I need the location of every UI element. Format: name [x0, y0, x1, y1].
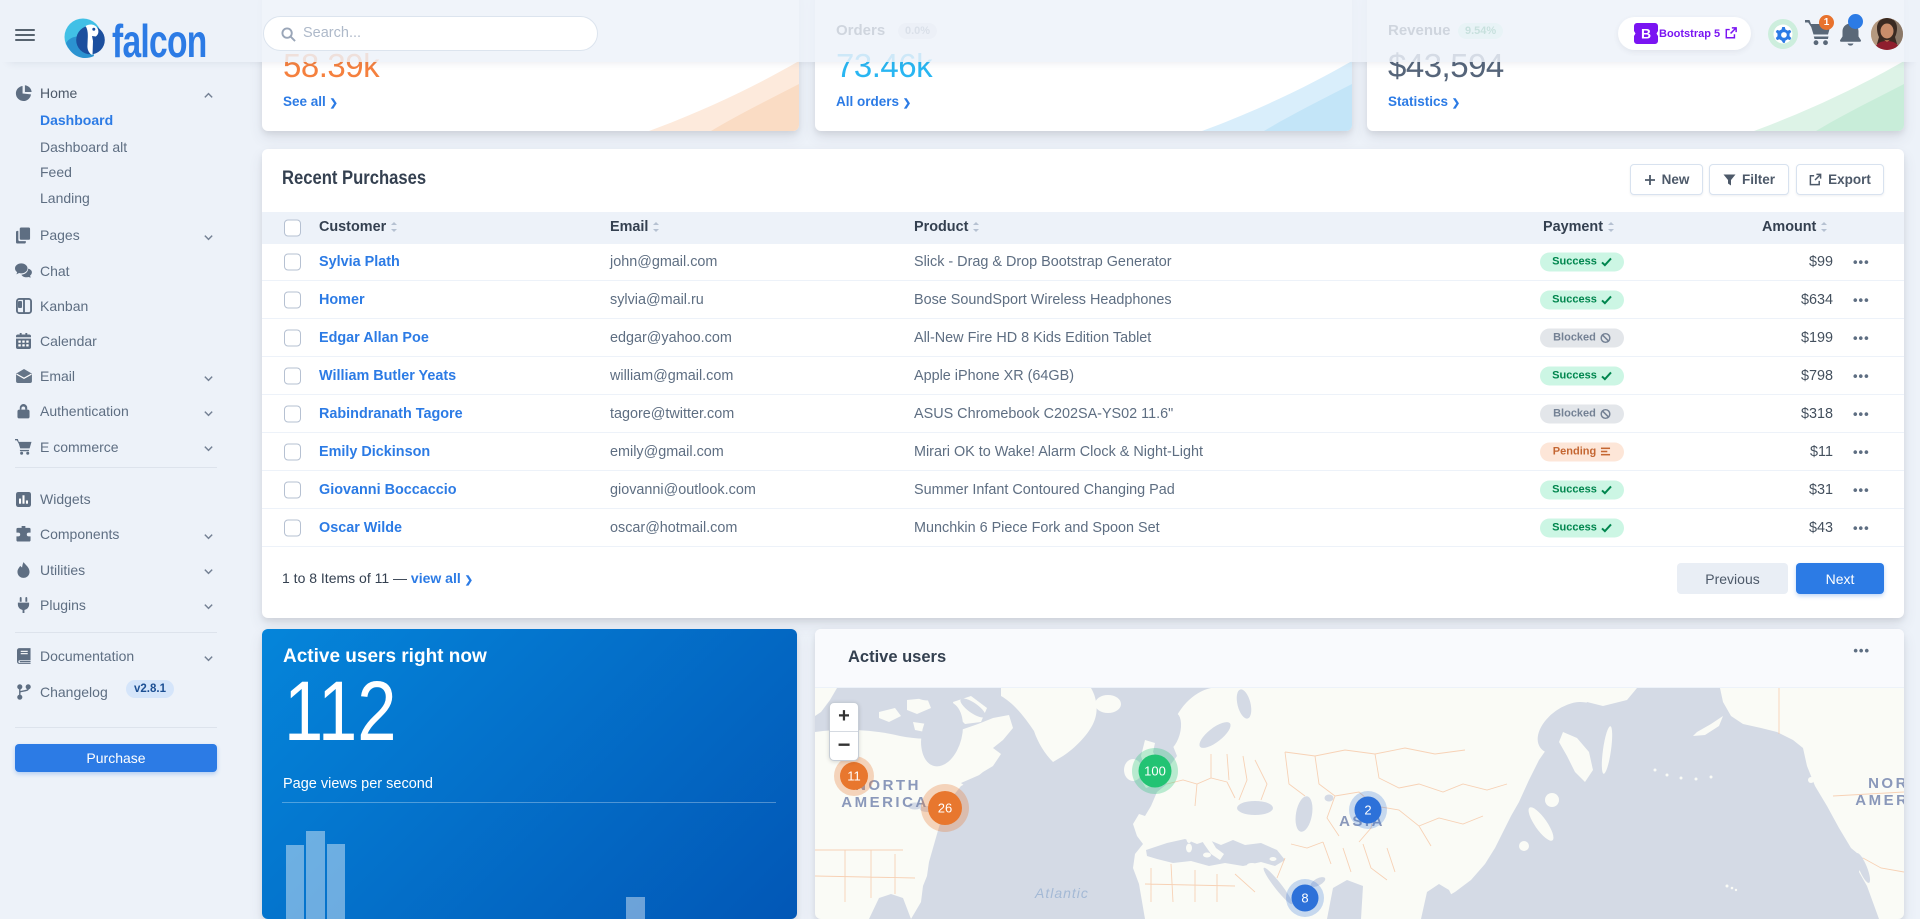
svg-text:Atlantic: Atlantic	[1034, 885, 1089, 901]
svg-text:26: 26	[938, 801, 952, 816]
svg-text:AMERICA: AMERICA	[1855, 792, 1904, 809]
svg-text:100: 100	[1144, 764, 1166, 779]
svg-text:NORTH: NORTH	[1868, 775, 1904, 792]
svg-text:2: 2	[1364, 803, 1371, 818]
svg-text:11: 11	[847, 769, 861, 784]
svg-text:AMERICA: AMERICA	[841, 794, 929, 811]
svg-text:8: 8	[1301, 891, 1308, 906]
svg-text:B: B	[1641, 26, 1651, 42]
